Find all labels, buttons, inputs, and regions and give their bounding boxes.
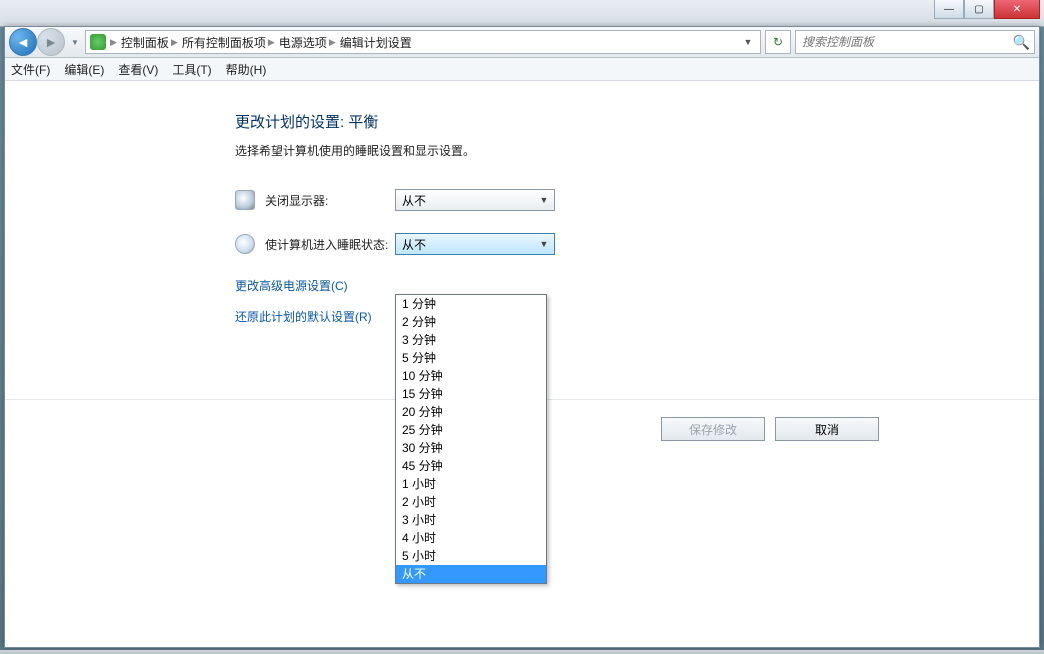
menu-bar: 文件(F) 编辑(E) 查看(V) 工具(T) 帮助(H) bbox=[5, 58, 1039, 81]
dropdown-option[interactable]: 15 分钟 bbox=[396, 385, 546, 403]
sleep-value: 从不 bbox=[402, 236, 426, 253]
display-off-value: 从不 bbox=[402, 192, 426, 209]
explorer-window: ◄ ► ▼ ▶ 控制面板▶ 所有控制面板项▶ 电源选项▶ 编辑计划设置 ▼ ↻ … bbox=[4, 26, 1040, 648]
breadcrumb-item[interactable]: 编辑计划设置 bbox=[340, 34, 412, 51]
dropdown-option[interactable]: 3 小时 bbox=[396, 511, 546, 529]
dropdown-option[interactable]: 3 分钟 bbox=[396, 331, 546, 349]
dropdown-option[interactable]: 25 分钟 bbox=[396, 421, 546, 439]
path-dropdown[interactable]: ▼ bbox=[740, 37, 756, 47]
dropdown-option[interactable]: 1 小时 bbox=[396, 475, 546, 493]
address-bar: ◄ ► ▼ ▶ 控制面板▶ 所有控制面板项▶ 电源选项▶ 编辑计划设置 ▼ ↻ … bbox=[5, 27, 1039, 58]
menu-file[interactable]: 文件(F) bbox=[11, 61, 50, 78]
dropdown-option[interactable]: 1 分钟 bbox=[396, 295, 546, 313]
dropdown-option[interactable]: 45 分钟 bbox=[396, 457, 546, 475]
close-button[interactable]: ✕ bbox=[994, 0, 1040, 19]
setting-sleep-row: 使计算机进入睡眠状态: 从不 ▼ bbox=[235, 233, 1039, 255]
restore-defaults-link[interactable]: 还原此计划的默认设置(R) bbox=[235, 308, 1039, 325]
page-title: 更改计划的设置: 平衡 bbox=[235, 111, 1039, 132]
search-icon[interactable]: 🔍 bbox=[1013, 34, 1030, 51]
dropdown-option[interactable]: 4 小时 bbox=[396, 529, 546, 547]
breadcrumb-item[interactable]: 控制面板▶ bbox=[121, 34, 178, 51]
browser-chrome-top: — ▢ ✕ bbox=[0, 0, 1044, 27]
display-icon bbox=[235, 190, 255, 210]
menu-tools[interactable]: 工具(T) bbox=[172, 61, 211, 78]
search-input[interactable] bbox=[800, 34, 994, 50]
nav-forward-button[interactable]: ► bbox=[37, 28, 65, 56]
display-off-combo[interactable]: 从不 ▼ bbox=[395, 189, 555, 211]
breadcrumb-bar[interactable]: ▶ 控制面板▶ 所有控制面板项▶ 电源选项▶ 编辑计划设置 ▼ bbox=[85, 30, 761, 54]
refresh-button[interactable]: ↻ bbox=[765, 30, 791, 54]
breadcrumb-sep: ▶ bbox=[110, 37, 117, 48]
dropdown-option[interactable]: 5 小时 bbox=[396, 547, 546, 565]
dropdown-option[interactable]: 30 分钟 bbox=[396, 439, 546, 457]
menu-view[interactable]: 查看(V) bbox=[118, 61, 158, 78]
minimize-button[interactable]: — bbox=[934, 0, 964, 19]
window-buttons: — ▢ ✕ bbox=[934, 0, 1040, 20]
setting-sleep-label: 使计算机进入睡眠状态: bbox=[265, 236, 395, 253]
content-area: 更改计划的设置: 平衡 选择希望计算机使用的睡眠设置和显示设置。 关闭显示器: … bbox=[5, 81, 1039, 647]
breadcrumb-item[interactable]: 所有控制面板项▶ bbox=[182, 34, 275, 51]
dropdown-option[interactable]: 2 分钟 bbox=[396, 313, 546, 331]
menu-edit[interactable]: 编辑(E) bbox=[64, 61, 104, 78]
dropdown-option[interactable]: 10 分钟 bbox=[396, 367, 546, 385]
setting-display-off-row: 关闭显示器: 从不 ▼ bbox=[235, 189, 1039, 211]
sleep-combo[interactable]: 从不 ▼ bbox=[395, 233, 555, 255]
sleep-dropdown-list[interactable]: 1 分钟2 分钟3 分钟5 分钟10 分钟15 分钟20 分钟25 分钟30 分… bbox=[395, 294, 547, 584]
button-row: 保存修改 取消 bbox=[661, 417, 879, 441]
nav-back-button[interactable]: ◄ bbox=[9, 28, 37, 56]
sleep-icon bbox=[235, 234, 255, 254]
setting-display-off-label: 关闭显示器: bbox=[265, 192, 395, 209]
dropdown-option[interactable]: 5 分钟 bbox=[396, 349, 546, 367]
chevron-down-icon: ▼ bbox=[536, 195, 552, 205]
save-button[interactable]: 保存修改 bbox=[661, 417, 765, 441]
menu-help[interactable]: 帮助(H) bbox=[226, 61, 267, 78]
search-box[interactable]: 🔍 bbox=[795, 30, 1035, 54]
dropdown-option[interactable]: 20 分钟 bbox=[396, 403, 546, 421]
dropdown-option[interactable]: 2 小时 bbox=[396, 493, 546, 511]
maximize-button[interactable]: ▢ bbox=[964, 0, 994, 19]
advanced-settings-link[interactable]: 更改高级电源设置(C) bbox=[235, 277, 1039, 294]
control-panel-icon bbox=[90, 34, 106, 50]
taskbar bbox=[0, 650, 1044, 654]
cancel-button[interactable]: 取消 bbox=[775, 417, 879, 441]
dropdown-option[interactable]: 从不 bbox=[396, 565, 546, 583]
chevron-down-icon: ▼ bbox=[536, 239, 552, 249]
nav-history-dropdown[interactable]: ▼ bbox=[69, 29, 81, 55]
page-subtitle: 选择希望计算机使用的睡眠设置和显示设置。 bbox=[235, 142, 1039, 159]
breadcrumb-item[interactable]: 电源选项▶ bbox=[279, 34, 336, 51]
